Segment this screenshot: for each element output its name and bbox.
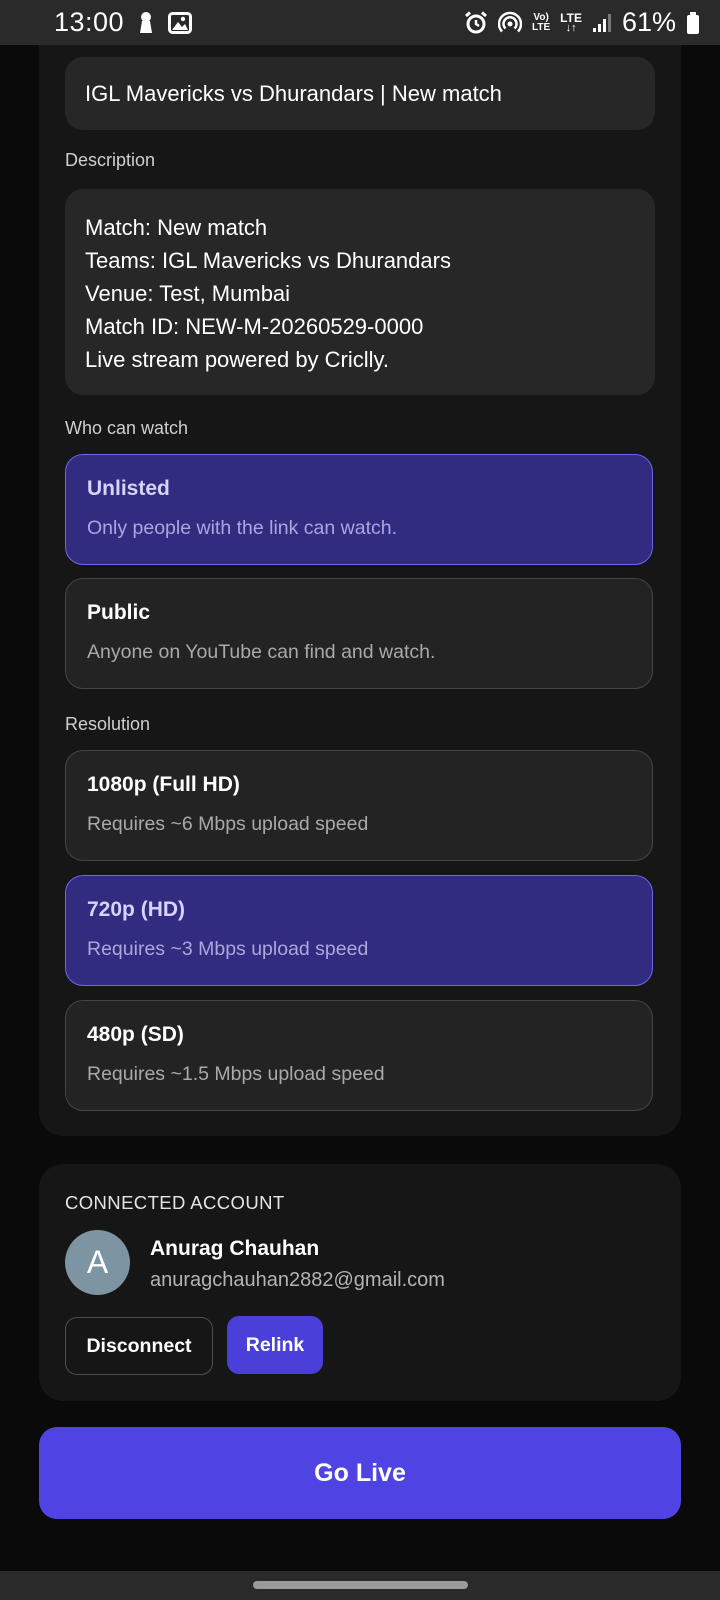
volte-label-bottom: LTE [532, 21, 551, 33]
alarm-icon [464, 10, 488, 35]
resolution-option-480p[interactable]: 480p (SD) Requires ~1.5 Mbps upload spee… [65, 1000, 653, 1111]
option-title: 720p (HD) [87, 898, 186, 921]
volte-label-top: Vo) [533, 11, 549, 23]
stream-settings-card: IGL Mavericks vs Dhurandars | New match … [39, 45, 681, 1136]
connected-account-card: CONNECTED ACCOUNT A Anurag Chauhan anura… [39, 1164, 681, 1401]
home-gesture-handle[interactable] [253, 1581, 468, 1589]
description-line: Venue: Test, Mumbai [85, 281, 291, 306]
avatar: A [65, 1230, 130, 1295]
go-live-button[interactable]: Go Live [39, 1427, 681, 1519]
status-time: 13:00 [54, 7, 125, 37]
description-line: Teams: IGL Mavericks vs Dhurandars [85, 248, 451, 273]
status-bar: 13:00 Vo) LTE LTE ↓↑ 61% [0, 0, 720, 45]
avatar-initial: A [86, 1244, 109, 1280]
title-input-value: IGL Mavericks vs Dhurandars | New match [85, 80, 502, 106]
keyhole-icon [138, 11, 154, 35]
resolution-label: Resolution [65, 714, 151, 734]
disconnect-button[interactable]: Disconnect [65, 1317, 213, 1375]
hotspot-icon [498, 11, 523, 35]
description-label: Description [65, 150, 156, 170]
option-subtitle: Anyone on YouTube can find and watch. [87, 641, 436, 663]
description-input[interactable]: Match: New match Teams: IGL Mavericks vs… [65, 189, 655, 395]
resolution-option-1080p[interactable]: 1080p (Full HD) Requires ~6 Mbps upload … [65, 750, 653, 861]
option-title: Unlisted [87, 477, 170, 500]
lte-label: LTE [560, 10, 582, 25]
option-title: Public [87, 601, 151, 624]
image-icon [168, 11, 193, 34]
visibility-option-public[interactable]: Public Anyone on YouTube can find and wa… [65, 578, 653, 689]
description-line: Match ID: NEW-M-20260529-0000 [85, 314, 424, 339]
resolution-option-720p[interactable]: 720p (HD) Requires ~3 Mbps upload speed [65, 875, 653, 986]
navigation-bar [0, 1571, 720, 1600]
lte-data-icon: LTE ↓↑ [560, 10, 582, 34]
option-subtitle: Requires ~6 Mbps upload speed [87, 813, 369, 835]
relink-button[interactable]: Relink [227, 1316, 323, 1374]
description-line: Live stream powered by Criclly. [85, 347, 390, 372]
battery-icon [686, 11, 700, 35]
option-subtitle: Requires ~3 Mbps upload speed [87, 938, 369, 960]
account-name: Anurag Chauhan [150, 1237, 320, 1260]
option-title: 1080p (Full HD) [87, 773, 240, 796]
signal-icon [592, 13, 612, 33]
connected-account-label: CONNECTED ACCOUNT [65, 1192, 285, 1213]
option-subtitle: Only people with the link can watch. [87, 517, 398, 539]
account-email: anuragchauhan2882@gmail.com [150, 1269, 445, 1291]
volte-icon: Vo) LTE [532, 11, 551, 33]
option-subtitle: Requires ~1.5 Mbps upload speed [87, 1063, 385, 1085]
visibility-label: Who can watch [65, 418, 189, 438]
option-title: 480p (SD) [87, 1023, 184, 1046]
title-input[interactable]: IGL Mavericks vs Dhurandars | New match [65, 57, 655, 130]
visibility-option-unlisted[interactable]: Unlisted Only people with the link can w… [65, 454, 653, 565]
battery-percent: 61% [621, 7, 676, 37]
description-line: Match: New match [85, 215, 268, 240]
